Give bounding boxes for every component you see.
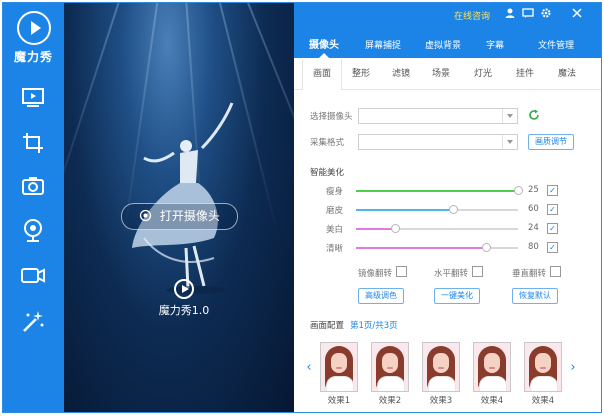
tab-screen-capture[interactable]: 屏幕捕捉 xyxy=(358,38,408,58)
slider-knob[interactable] xyxy=(514,186,523,195)
message-icon[interactable] xyxy=(522,7,534,19)
next-page-icon[interactable]: › xyxy=(568,360,578,376)
camera-select-label: 选择摄像头 xyxy=(310,112,353,122)
close-icon[interactable] xyxy=(571,7,583,19)
crop-screen-icon[interactable] xyxy=(18,128,48,158)
webcam-icon[interactable] xyxy=(18,215,48,245)
slider-row-whiten: 美白 24 ✓ xyxy=(294,222,601,236)
filter-thumbnail-5[interactable] xyxy=(524,342,562,392)
online-help-link[interactable]: 在线咨询 xyxy=(454,9,490,22)
tab-virtual-background[interactable]: 虚拟背景 xyxy=(418,38,468,58)
filter-label: 效果2 xyxy=(378,396,402,406)
filter-thumbnail-3[interactable] xyxy=(422,342,460,392)
filters-page-indicator: 第1页/共3页 xyxy=(350,321,398,331)
slider-knob[interactable] xyxy=(390,224,400,233)
camera-icon[interactable] xyxy=(18,171,48,201)
tab-camera[interactable]: 摄像头 xyxy=(304,38,344,58)
video-camera-icon[interactable] xyxy=(18,260,48,290)
logo-icon xyxy=(16,11,51,45)
magic-wand-icon[interactable] xyxy=(18,306,48,336)
smooth-checkbox[interactable]: ✓ xyxy=(547,204,558,215)
chevron-down-icon xyxy=(502,135,517,149)
sharpen-slider[interactable] xyxy=(356,243,518,252)
slider-row-slim: 瘦身 25 ✓ xyxy=(294,184,601,198)
reset-default-button[interactable]: 恢复默认 xyxy=(512,288,558,304)
camera-preview: 打开摄像头 魔力秀1.0 xyxy=(64,3,294,412)
subtab-shape[interactable]: 整形 xyxy=(344,59,378,89)
slim-checkbox[interactable]: ✓ xyxy=(547,185,558,196)
filter-label: 效果4 xyxy=(480,396,504,406)
open-camera-button[interactable]: 打开摄像头 xyxy=(121,203,238,230)
subtab-scene[interactable]: 场景 xyxy=(424,59,458,89)
whiten-checkbox[interactable]: ✓ xyxy=(547,223,558,234)
filter-label: 效果1 xyxy=(327,396,351,406)
vflip-checkbox[interactable] xyxy=(550,266,562,277)
mirror-flip-option[interactable]: 镜像翻转 xyxy=(358,266,408,279)
beauty-section-title: 智能美化 xyxy=(310,168,345,178)
slider-knob[interactable] xyxy=(481,243,491,252)
hflip-checkbox[interactable] xyxy=(472,266,484,277)
filters-title: 画面配置 xyxy=(310,321,345,331)
filter-thumbnail-4[interactable] xyxy=(473,342,511,392)
open-camera-label: 打开摄像头 xyxy=(159,209,220,223)
quality-adjust-button[interactable]: 画质调节 xyxy=(528,134,574,150)
brand-mark: 魔力秀1.0 xyxy=(154,279,214,318)
dancer-image xyxy=(132,102,234,294)
slim-slider[interactable] xyxy=(356,186,523,195)
sharpen-checkbox[interactable]: ✓ xyxy=(547,242,558,253)
tab-file-manager[interactable]: 文件管理 xyxy=(528,38,584,58)
filter-thumbnail-2[interactable] xyxy=(371,342,409,392)
filter-label: 效果4 xyxy=(531,396,555,406)
format-select[interactable] xyxy=(358,134,518,150)
format-select-label: 采集格式 xyxy=(310,138,345,148)
auto-beautify-button[interactable]: 一键美化 xyxy=(434,288,480,304)
logo-text: 魔力秀 xyxy=(13,50,53,64)
prev-page-icon[interactable]: ‹ xyxy=(304,360,314,376)
horizontal-flip-option[interactable]: 水平翻转 xyxy=(434,266,484,279)
app-window: 魔力秀 打开摄像头 魔力秀1.0 在线咨询 摄像头 屏幕捕捉 虚拟背景 字幕 文… xyxy=(2,2,602,413)
tab-subtitle[interactable]: 字幕 xyxy=(480,38,510,58)
refresh-icon[interactable] xyxy=(528,109,540,121)
filter-label: 效果3 xyxy=(429,396,453,406)
sidebar: 魔力秀 xyxy=(3,3,64,412)
camera-select[interactable] xyxy=(358,108,518,124)
vertical-flip-option[interactable]: 垂直翻转 xyxy=(512,266,562,279)
subtab-picture[interactable]: 画面 xyxy=(302,59,342,90)
brand-text: 魔力秀1.0 xyxy=(158,304,210,317)
monitor-play-icon[interactable] xyxy=(18,83,48,113)
subtab-filter[interactable]: 滤镜 xyxy=(384,59,418,89)
sub-tabs: 画面 整形 滤镜 场景 灯光 挂件 魔法 xyxy=(294,59,601,90)
smooth-slider[interactable] xyxy=(356,205,518,214)
slider-row-smooth: 磨皮 60 ✓ xyxy=(294,203,601,217)
slider-knob[interactable] xyxy=(449,205,459,214)
app-logo: 魔力秀 xyxy=(3,11,64,65)
settings-panel: 在线咨询 摄像头 屏幕捕捉 虚拟背景 字幕 文件管理 画面 整形 滤镜 场景 灯… xyxy=(294,3,601,412)
slider-row-sharpen: 清晰 80 ✓ xyxy=(294,241,601,255)
main-tabs: 摄像头 屏幕捕捉 虚拟背景 字幕 文件管理 xyxy=(294,38,601,58)
chevron-down-icon xyxy=(502,109,517,123)
subtab-light[interactable]: 灯光 xyxy=(466,59,500,89)
subtab-magic[interactable]: 魔法 xyxy=(550,59,584,89)
mirror-checkbox[interactable] xyxy=(396,266,408,277)
gear-icon[interactable] xyxy=(540,7,552,19)
filter-thumbnail-1[interactable] xyxy=(320,342,358,392)
camera-icon xyxy=(139,209,152,222)
user-icon[interactable] xyxy=(504,7,516,19)
play-logo-icon xyxy=(174,279,194,299)
whiten-slider[interactable] xyxy=(356,224,518,233)
advanced-color-button[interactable]: 高级调色 xyxy=(358,288,404,304)
subtab-pendant[interactable]: 挂件 xyxy=(508,59,542,89)
top-bar: 在线咨询 摄像头 屏幕捕捉 虚拟背景 字幕 文件管理 xyxy=(294,3,601,58)
